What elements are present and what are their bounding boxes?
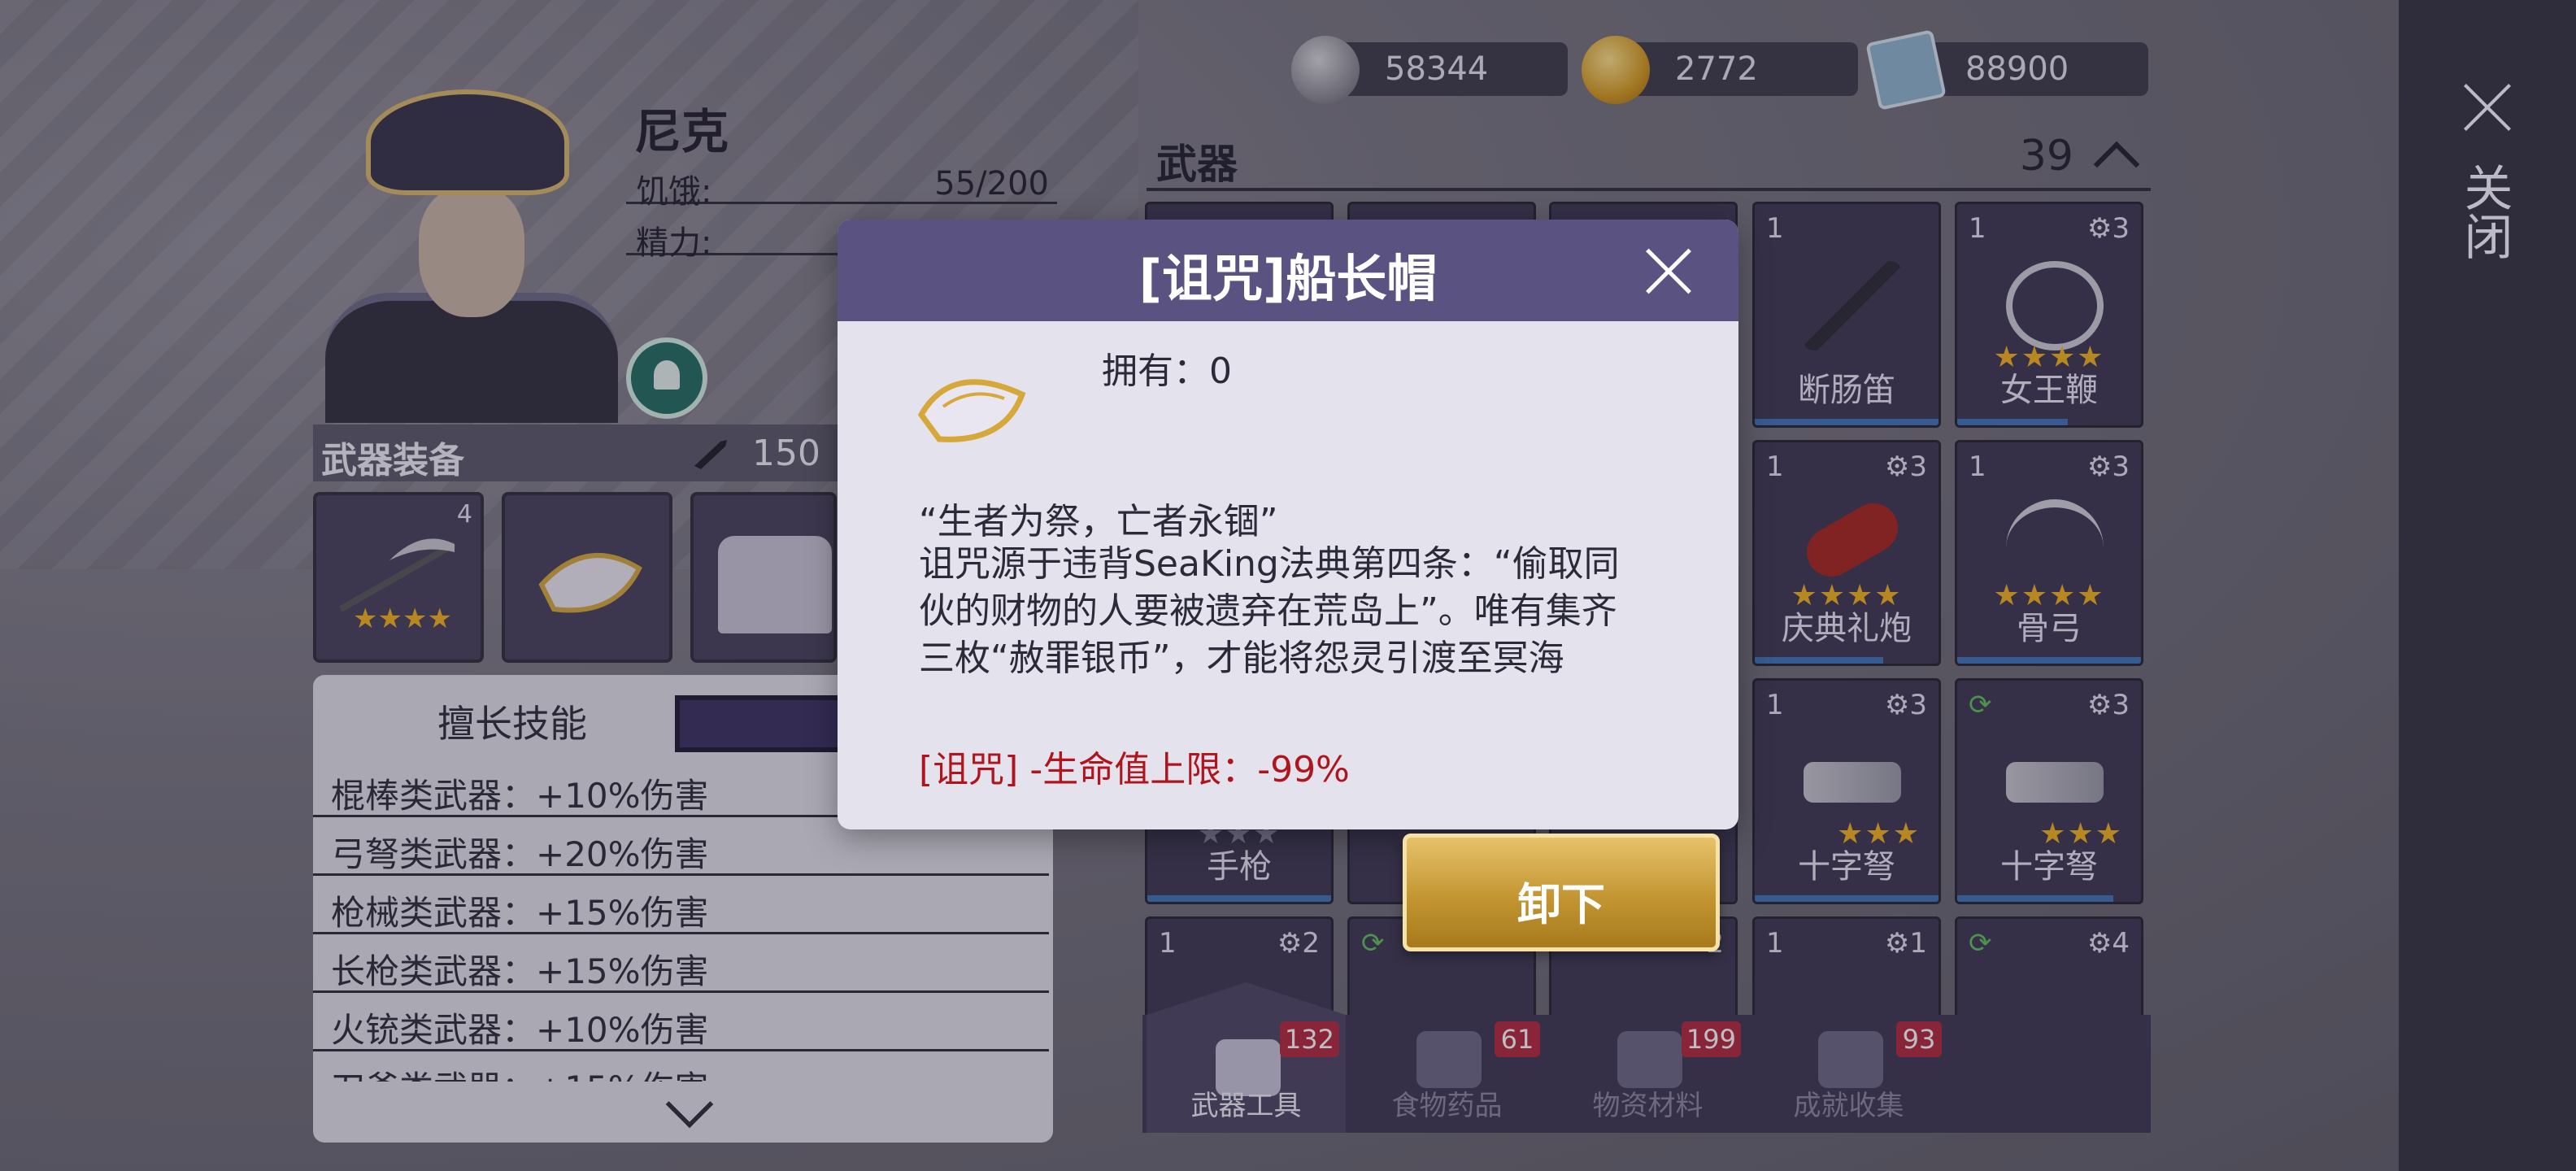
tricorn-hat-icon — [917, 379, 1026, 442]
close-icon[interactable] — [2461, 81, 2513, 133]
modal-header: [诅咒]船长帽 — [838, 220, 1738, 321]
item-detail-modal: [诅咒]船长帽 拥有：0 “生者为祭，亡者永锢” 诅咒源于违背SeaKing法典… — [838, 220, 1738, 829]
item-description: 诅咒源于违背SeaKing法典第四条：“偷取同 伙的财物的人要被遗弃在荒岛上”。… — [919, 543, 1620, 679]
close-icon[interactable] — [1643, 246, 1694, 296]
curse-effect: [诅咒] -生命值上限：-99% — [919, 749, 1350, 790]
modal-title: [诅咒]船长帽 — [1138, 249, 1438, 308]
unequip-button[interactable]: 卸下 — [1403, 834, 1720, 951]
owned-count: 拥有：0 — [1102, 350, 1232, 392]
close-panel[interactable]: 关闭 — [2399, 0, 2576, 1171]
item-quote: “生者为祭，亡者永锢” — [919, 501, 1278, 542]
